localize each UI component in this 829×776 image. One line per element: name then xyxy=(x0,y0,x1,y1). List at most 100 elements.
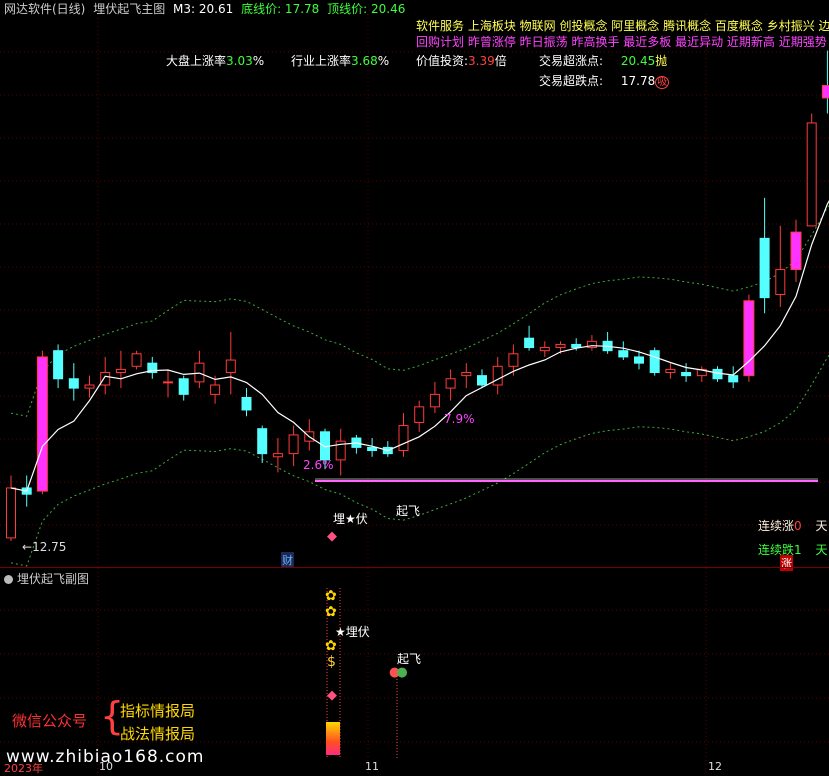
cai-badge: 财 xyxy=(281,552,294,568)
wechat-label: 微信公众号 xyxy=(12,710,87,731)
indicator-title[interactable]: 埋伏起飞主图 xyxy=(93,2,165,16)
candle-body xyxy=(164,382,173,383)
candle-body xyxy=(666,369,675,372)
candle xyxy=(399,413,408,457)
butterfly-icon-3: ✿ xyxy=(325,638,337,654)
candle-body xyxy=(273,454,282,457)
candle-body xyxy=(760,238,769,297)
candle xyxy=(85,376,94,398)
candle-body xyxy=(478,376,487,385)
main-candlestick-chart[interactable] xyxy=(0,0,829,568)
candle-body xyxy=(85,385,94,388)
down-days-value: 1 xyxy=(794,543,802,557)
candle xyxy=(116,351,125,388)
down-days-unit: 天 xyxy=(815,543,827,557)
candle xyxy=(195,351,204,388)
sub-stack-icon xyxy=(326,722,340,755)
upper-band xyxy=(11,187,829,417)
candle xyxy=(273,438,282,472)
candle-body xyxy=(635,357,644,363)
candle-body xyxy=(415,407,424,423)
candle-body-highlight xyxy=(791,232,801,269)
candle xyxy=(729,366,738,388)
candle xyxy=(164,369,173,397)
candle-body xyxy=(525,338,534,347)
industry-rate-value: 3.68 xyxy=(351,54,378,68)
candle-body xyxy=(7,488,16,538)
candle-body xyxy=(493,366,502,385)
value-invest-label: 价值投资: xyxy=(416,54,468,68)
axis-month-10: 10 xyxy=(99,760,113,773)
sub-maifu-label: ★埋伏 xyxy=(335,623,370,640)
up-days-unit: 天 xyxy=(815,519,827,533)
candle-body-highlight xyxy=(822,85,829,97)
candle xyxy=(462,363,471,388)
candle-body xyxy=(226,360,235,372)
candle-body-highlight xyxy=(37,357,47,491)
watermark-line-1: 指标情报局 xyxy=(120,700,195,721)
value-invest-unit: 倍 xyxy=(495,54,507,68)
candle xyxy=(619,341,628,360)
axis-month-11: 11 xyxy=(365,760,379,773)
value-invest-value: 3.39 xyxy=(468,54,495,68)
candle xyxy=(54,344,63,388)
candle-body xyxy=(682,373,691,376)
candle-body xyxy=(116,369,125,372)
butterfly-icon-1: ✿ xyxy=(325,588,337,604)
candle xyxy=(430,382,439,413)
candle-body xyxy=(399,426,408,451)
candle xyxy=(7,475,16,541)
candle-body xyxy=(368,447,377,450)
sub-chart-title[interactable]: 埋伏起飞副图 xyxy=(4,570,89,587)
candle-body xyxy=(462,373,471,376)
concept-line-1: 软件服务 上海板块 物联网 创投概念 阿里概念 腾讯概念 百度概念 乡村振兴 边… xyxy=(416,17,829,34)
candle xyxy=(760,198,769,313)
candle xyxy=(807,114,816,226)
candle-body xyxy=(132,354,141,366)
bottom-line-value: 底线价: 17.78 xyxy=(241,2,319,16)
axis-month-12: 12 xyxy=(708,760,722,773)
candle-body xyxy=(289,435,298,454)
candle xyxy=(603,332,612,354)
candle-body xyxy=(619,351,628,357)
industry-rate-label: 行业上涨率 xyxy=(291,54,351,68)
candles-group xyxy=(7,51,829,541)
candle-body xyxy=(179,379,188,395)
fall-point-value: 17.78 xyxy=(621,74,655,88)
candle xyxy=(666,363,675,379)
candle xyxy=(69,363,78,400)
rise-point-label: 交易超涨点: xyxy=(539,54,603,68)
candle-body xyxy=(650,351,659,373)
market-rate-label: 大盘上涨率 xyxy=(166,54,226,68)
candle-body xyxy=(242,397,251,409)
candle-body xyxy=(258,429,267,454)
candle xyxy=(101,357,110,394)
candle xyxy=(415,401,424,432)
candle-body xyxy=(446,379,455,388)
candle-body xyxy=(807,123,816,226)
candle-body xyxy=(556,344,565,347)
candle xyxy=(305,419,314,450)
candle-body xyxy=(729,376,738,382)
rise-point-tag: 抛 xyxy=(655,54,667,68)
low-price-label: ←12.75 xyxy=(22,540,66,554)
candle xyxy=(587,335,596,351)
candle xyxy=(242,388,251,416)
m3-value: M3: 20.61 xyxy=(173,2,233,16)
candle xyxy=(132,351,141,370)
candle-body xyxy=(69,379,78,388)
candle xyxy=(37,351,47,495)
butterfly-icon-2: ✿ xyxy=(325,604,337,620)
candle xyxy=(822,51,829,114)
panel-toggle-icon[interactable] xyxy=(4,575,13,584)
gem-icon: ◆ xyxy=(327,529,337,544)
up-days-value: 0 xyxy=(794,519,802,533)
candle-body xyxy=(509,354,518,366)
candle xyxy=(352,435,361,454)
candle-body xyxy=(211,385,220,394)
watermark-line-2: 战法情报局 xyxy=(120,723,195,744)
money-bag-icon: $ xyxy=(327,654,336,670)
fall-point-label: 交易超跌点: xyxy=(539,74,603,88)
candle xyxy=(540,341,549,357)
main-grid xyxy=(0,14,829,568)
